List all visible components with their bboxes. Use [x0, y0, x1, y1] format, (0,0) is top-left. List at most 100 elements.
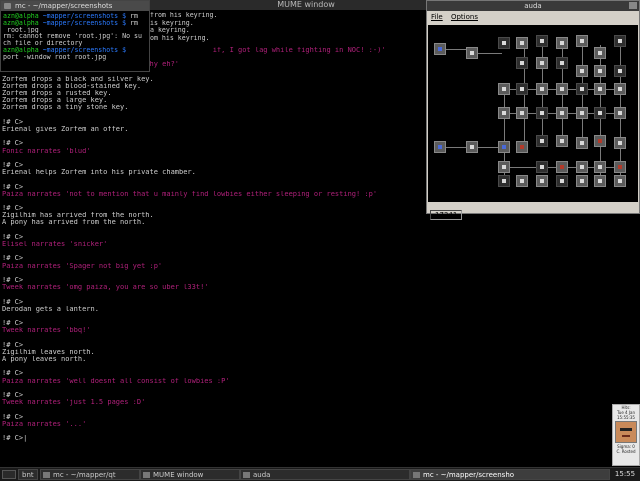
face-dockapp[interactable]: Hits: Tue 4 Jan 15:55:35 Sigma: 0 C. Ros…: [612, 404, 640, 466]
map-room[interactable]: [556, 135, 568, 147]
face-name: C. Rosted: [616, 449, 636, 454]
mume-line: !# C>: [2, 233, 24, 241]
map-room[interactable]: [434, 43, 446, 55]
map-room[interactable]: [576, 35, 588, 47]
map-room[interactable]: [536, 135, 548, 147]
map-room[interactable]: [516, 83, 528, 95]
map-room[interactable]: [516, 37, 528, 49]
map-room[interactable]: [498, 161, 510, 173]
map-room[interactable]: [614, 175, 626, 187]
map-room[interactable]: [466, 141, 478, 153]
map-room[interactable]: [516, 107, 528, 119]
map-room[interactable]: [594, 65, 606, 77]
map-room[interactable]: [614, 83, 626, 95]
map-room[interactable]: [434, 141, 446, 153]
map-room[interactable]: [536, 83, 548, 95]
mume-line: Elisel narrates 'snicker': [2, 241, 108, 248]
map-room[interactable]: [594, 175, 606, 187]
map-room[interactable]: [576, 175, 588, 187]
map-room[interactable]: [594, 161, 606, 173]
menu-file[interactable]: File: [431, 13, 443, 21]
map-room[interactable]: [536, 107, 548, 119]
map-room[interactable]: [498, 83, 510, 95]
map-room[interactable]: [594, 83, 606, 95]
map-room[interactable]: [556, 175, 568, 187]
taskbar: bnt mc - ~/mapper/qt MUME window auda mc…: [0, 467, 640, 481]
task-mc-qt[interactable]: mc - ~/mapper/qt: [40, 469, 140, 480]
underlying-line: a keyring.: [150, 27, 190, 35]
map-room[interactable]: [614, 107, 626, 119]
mume-line: [2, 363, 610, 370]
mume-line: !# C>: [2, 370, 24, 378]
mume-line: Paiza narrates 'Spager not big yet :p': [2, 262, 163, 270]
map-room[interactable]: [516, 141, 528, 153]
mume-line: [2, 227, 610, 234]
map-room[interactable]: [536, 161, 548, 173]
map-room[interactable]: [536, 35, 548, 47]
map-room[interactable]: [556, 37, 568, 49]
prompt-user: azn@alpha: [3, 46, 39, 54]
mume-line: A pony leaves north.: [2, 356, 87, 363]
map-room[interactable]: [576, 137, 588, 149]
map-room[interactable]: [498, 175, 510, 187]
map-room[interactable]: [576, 107, 588, 119]
terminal-window[interactable]: mc - ~/mapper/screenshots azn@alpha ~map…: [0, 0, 150, 72]
map-exit-line: [478, 147, 500, 148]
map-room[interactable]: [466, 47, 478, 59]
map-canvas[interactable]: [428, 25, 638, 203]
task-mume[interactable]: MUME window: [140, 469, 240, 480]
task-auda[interactable]: auda: [240, 469, 410, 480]
terminal-line: azn@alpha ~mapper/screenshots $ rm: [3, 13, 147, 20]
map-room[interactable]: [556, 161, 568, 173]
auda-titlebar[interactable]: auda: [427, 1, 639, 11]
map-room[interactable]: [516, 57, 528, 69]
map-room[interactable]: [498, 107, 510, 119]
face-time: 15:55:35: [617, 415, 635, 420]
map-room[interactable]: [576, 161, 588, 173]
map-room[interactable]: [614, 137, 626, 149]
terminal-line: ch file or directory: [3, 40, 147, 47]
map-room[interactable]: [594, 47, 606, 59]
underlying-line: from his keyring.: [150, 12, 218, 19]
map-room[interactable]: [516, 175, 528, 187]
desktop-pager[interactable]: [2, 470, 16, 479]
menu-options[interactable]: Options: [451, 13, 478, 21]
mume-line: Tweek narrates 'omg paiza, you are so ub…: [2, 284, 209, 292]
task-label: mc - ~/mapper/qt: [53, 471, 116, 479]
map-room[interactable]: [576, 65, 588, 77]
map-room[interactable]: [614, 35, 626, 47]
terminal-titlebar[interactable]: mc - ~/mapper/screenshots: [1, 1, 149, 11]
map-room[interactable]: [498, 141, 510, 153]
prompt-path: ~mapper/screenshots $: [38, 46, 127, 54]
map-room[interactable]: [556, 107, 568, 119]
map-room[interactable]: [536, 57, 548, 69]
close-icon[interactable]: [629, 2, 637, 9]
mume-line: [2, 428, 610, 435]
map-room[interactable]: [536, 175, 548, 187]
map-room[interactable]: [556, 57, 568, 69]
auda-window[interactable]: auda File Options 17341: [426, 0, 640, 220]
map-room[interactable]: [576, 83, 588, 95]
task-mc-screenshots[interactable]: mc - ~/mapper/screensho: [410, 469, 610, 480]
command-text: ch file or directory: [3, 40, 83, 47]
map-room[interactable]: [498, 37, 510, 49]
prompt-user: azn@alpha: [3, 19, 39, 27]
task-pager-label[interactable]: bnt: [18, 469, 38, 480]
terminal-line: root.jpg: [3, 27, 147, 34]
terminal-line: rm: cannot remove 'root.jpg': No su: [3, 33, 147, 40]
mume-line: Tweek narrates 'bbq!': [2, 327, 91, 335]
mume-line: Zigilhim leaves north.: [2, 348, 95, 356]
terminal-line: azn@alpha ~mapper/screenshots $ rm: [3, 20, 147, 27]
map-room[interactable]: [614, 161, 626, 173]
mume-line: [2, 313, 610, 320]
mume-line: [2, 291, 610, 298]
map-room[interactable]: [556, 83, 568, 95]
clock: 15:55: [614, 470, 636, 478]
map-room[interactable]: [594, 107, 606, 119]
map-room[interactable]: [614, 65, 626, 77]
mume-line: !# C>|: [2, 435, 28, 443]
mume-line: Tweek narrates 'just 1.5 pages :D': [2, 399, 146, 407]
map-room[interactable]: [594, 135, 606, 147]
mume-line: !# C>: [2, 413, 24, 421]
terminal-output[interactable]: azn@alpha ~mapper/screenshots $ rm azn@al…: [1, 11, 149, 63]
